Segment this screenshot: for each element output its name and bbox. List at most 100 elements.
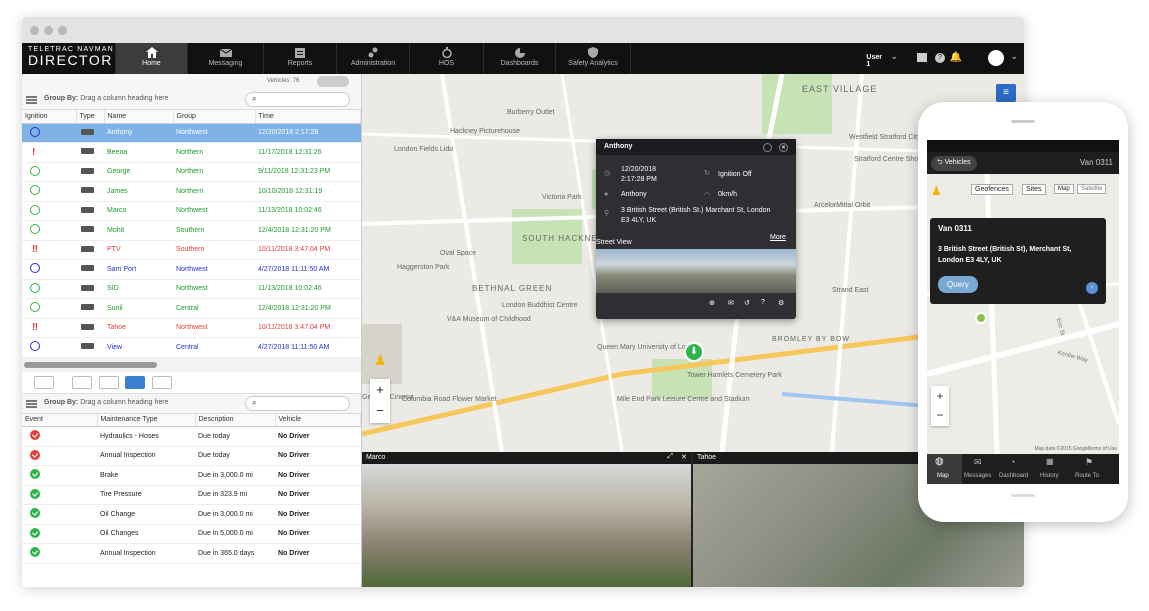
col-description[interactable]: Description	[195, 413, 276, 427]
vehicle-marker[interactable]: ⬇	[684, 342, 704, 362]
nav-dashboards[interactable]: Dashboards	[483, 43, 555, 74]
close-icon[interactable]: ✕	[681, 453, 687, 461]
map-menu-button[interactable]: ≡	[996, 84, 1016, 102]
geofences-button[interactable]: Geofences	[971, 184, 1013, 195]
col-type[interactable]: Type	[76, 110, 105, 124]
search-icon: ⌕	[252, 94, 257, 103]
clock-icon: ◷	[604, 170, 611, 177]
table-row[interactable]: Tire Pressure Due in 323.9 mi No Driver	[22, 485, 361, 505]
table-row[interactable]: Brake Due in 3,000.0 mi No Driver	[22, 465, 361, 486]
nav-home[interactable]: Home	[115, 43, 187, 74]
query-button[interactable]: Query	[938, 276, 978, 293]
nav-administration[interactable]: Administration	[336, 43, 409, 74]
tab-messages[interactable]: Messages	[964, 473, 991, 479]
terms-link[interactable]: Terms of Use	[1088, 446, 1117, 452]
close-icon[interactable]: ×	[779, 143, 788, 152]
map-type-button[interactable]: Map	[1054, 184, 1074, 194]
help-icon[interactable]: ?	[761, 299, 765, 306]
vehicle-marker[interactable]	[975, 312, 987, 324]
table-row[interactable]: James Northern 10/10/2018 12:31:19	[22, 181, 361, 202]
pegman-icon[interactable]: ♟	[374, 352, 387, 369]
table-row[interactable]: Marco Northwest 11/13/2018 10:02:46	[22, 201, 361, 221]
vehicle-time: 9/11/2018 12:31:23 PM	[255, 162, 361, 182]
table-row[interactable]: Hydraulics - Hoses Due today No Driver	[22, 426, 361, 447]
minimize-icon[interactable]	[763, 143, 772, 152]
envelope-icon[interactable]: ✉	[728, 299, 734, 307]
help-icon[interactable]: ?	[935, 53, 945, 63]
maintenance-button[interactable]	[125, 375, 145, 389]
table-row[interactable]: Mohit Southern 12/4/2018 12:31:20 PM	[22, 220, 361, 241]
nav-hos[interactable]: HOS	[409, 43, 483, 74]
nav-messaging[interactable]: Messaging	[187, 43, 263, 74]
chevron-left-icon[interactable]: ‹	[1086, 282, 1098, 294]
table-row[interactable]: Oil Change Due in 3,000.0 mi No Driver	[22, 504, 361, 525]
avatar[interactable]	[988, 50, 1004, 66]
maintenance-search-input[interactable]: ⌕	[245, 395, 350, 411]
back-button[interactable]: ⮌ Vehicles	[931, 156, 977, 171]
tab-history[interactable]: History	[1040, 473, 1059, 479]
chevron-down-icon[interactable]: ⌄	[890, 51, 898, 62]
menu-icon[interactable]	[26, 399, 37, 408]
table-row[interactable]: Sunil Central 12/4/2018 12:31:20 PM	[22, 298, 361, 319]
table-row[interactable]: ‼ PTV Southern 10/11/2018 3:47:04 PM	[22, 240, 361, 260]
menu-icon[interactable]	[26, 96, 37, 104]
maximize-dot[interactable]	[58, 26, 67, 35]
route-button[interactable]	[152, 375, 172, 389]
col-ignition[interactable]: Ignition	[22, 110, 77, 124]
view-toggle[interactable]	[317, 76, 349, 87]
nav-reports[interactable]: Reports	[263, 43, 336, 74]
close-dot[interactable]	[30, 26, 39, 35]
bell-icon[interactable]: 🔔	[950, 52, 962, 63]
table-row[interactable]: George Northern 9/11/2018 12:31:23 PM	[22, 162, 361, 182]
zoom-out-button[interactable]: −	[370, 401, 390, 423]
expand-icon[interactable]: ⤢	[667, 453, 673, 461]
table-row[interactable]: ! Beena Northern 11/17/2018 12:31:26	[22, 142, 361, 163]
vehicle-search-input[interactable]: ⌕	[245, 92, 350, 107]
table-row[interactable]: Annual Inspection Due in 365.0 days No Dri…	[22, 543, 361, 564]
table-row[interactable]: ‼ Tahoe Northwest 10/11/2018 3:47:04 PM	[22, 318, 361, 338]
table-row[interactable]: SID Northwest 11/13/2018 10:02:46	[22, 279, 361, 299]
tab-dashboard[interactable]: Dashboard	[999, 473, 1028, 479]
h-scrollbar[interactable]	[22, 357, 361, 372]
zoom-in-button[interactable]: +	[931, 386, 949, 406]
message-button[interactable]	[72, 375, 92, 389]
tab-route-to[interactable]: Route To	[1075, 473, 1099, 479]
street-view-image[interactable]	[596, 249, 796, 293]
history-icon[interactable]: ↺	[744, 299, 750, 307]
map-book-icon[interactable]	[917, 53, 927, 62]
map-label: Tower Hamlets Cemetery Park	[687, 372, 782, 379]
vehicle-time: 4/27/2018 11:11:50 AM	[255, 259, 361, 280]
table-row[interactable]: View Central 4/27/2018 11:11:50 AM	[22, 337, 361, 358]
table-row[interactable]: Annual Inspection Due today No Driver	[22, 446, 361, 466]
tab-map[interactable]: Map	[937, 473, 949, 479]
sites-button[interactable]: Sites	[1022, 184, 1046, 195]
col-group[interactable]: Group	[173, 110, 256, 124]
col-event[interactable]: Event	[22, 413, 98, 427]
minimize-dot[interactable]	[44, 26, 53, 35]
zoom-out-button[interactable]: −	[931, 406, 949, 426]
phone-map[interactable]: ♟ Geofences Sites Map Satellite Van 0311…	[927, 174, 1119, 454]
col-time[interactable]: Time	[255, 110, 361, 124]
locate-icon[interactable]: ⊕	[709, 299, 715, 307]
user-name[interactable]: User 1	[866, 54, 882, 68]
tab-map-bg	[927, 454, 962, 484]
col-vehicle[interactable]: Vehicle	[275, 413, 361, 427]
info-button[interactable]	[99, 375, 119, 389]
nav-safety-analytics[interactable]: Safety Analytics	[555, 43, 631, 74]
history-button[interactable]	[34, 375, 54, 389]
satellite-type-button[interactable]: Satellite	[1077, 184, 1107, 194]
scroll-thumb[interactable]	[24, 361, 157, 368]
more-link[interactable]: More	[770, 234, 786, 241]
table-row[interactable]: Oil Changes Due in 5,000.0 mi No Driver	[22, 524, 361, 544]
gear-icon[interactable]: ⚙	[778, 299, 784, 307]
chevron-down-icon[interactable]: ⌄	[1010, 51, 1018, 62]
pegman-icon[interactable]: ♟	[931, 184, 942, 198]
camera-marco[interactable]: Marco ⤢ ✕	[362, 452, 691, 587]
table-row[interactable]: Sam Port Northwest 4/27/2018 11:11:50 AM	[22, 259, 361, 280]
col-name[interactable]: Name	[104, 110, 174, 124]
table-row[interactable]: Anthony Northwest 12/20/2018 2:17:28	[22, 123, 361, 143]
map-label: EAST VILLAGE	[802, 84, 878, 94]
col-maintenance-type[interactable]: Maintenance Type	[97, 413, 196, 427]
vehicle-group: Southern	[173, 240, 255, 260]
zoom-in-button[interactable]: +	[370, 379, 390, 401]
